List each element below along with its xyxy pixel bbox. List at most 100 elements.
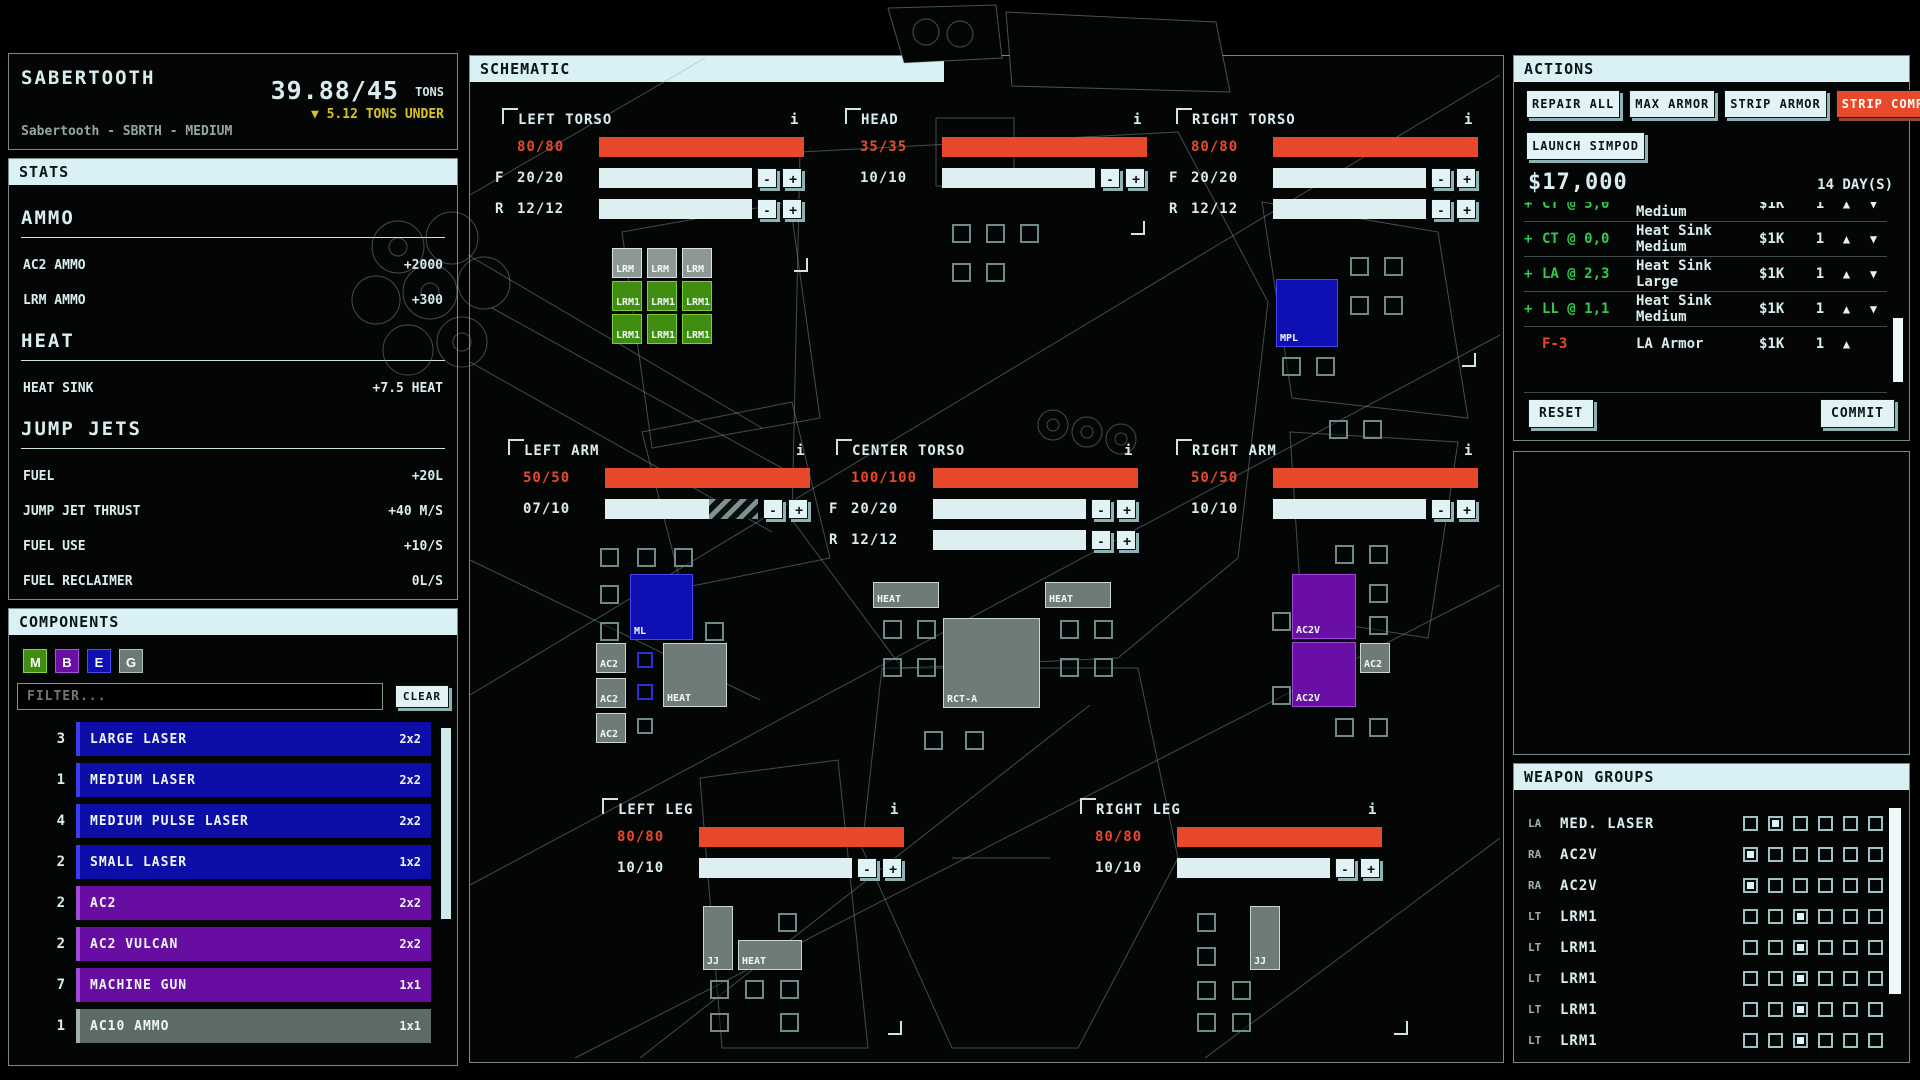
armor-increase-button[interactable]: + [1456, 499, 1476, 519]
placed-component[interactable]: AC2 [596, 678, 626, 708]
weapon-group-checkbox[interactable] [1868, 1002, 1883, 1017]
info-icon[interactable]: i [1124, 443, 1132, 459]
placed-component[interactable]: HEAT [738, 940, 802, 970]
weapon-group-checkbox[interactable] [1768, 816, 1783, 831]
strip-armor-button[interactable]: STRIP ARMOR [1724, 90, 1826, 118]
armor-increase-button[interactable]: + [1116, 499, 1136, 519]
empty-slot-energy[interactable] [637, 652, 653, 668]
empty-slot[interactable] [1384, 296, 1403, 315]
filter-button-g[interactable]: G [119, 649, 143, 673]
weapon-group-checkbox[interactable] [1843, 878, 1858, 893]
placed-component[interactable]: JJ [1250, 906, 1280, 970]
empty-slot[interactable] [1350, 296, 1369, 315]
quantity-down-icon[interactable]: ▼ [1860, 232, 1887, 246]
empty-slot[interactable] [883, 620, 902, 639]
weapon-group-checkbox[interactable] [1843, 971, 1858, 986]
empty-slot[interactable] [600, 622, 619, 641]
weapon-group-checkbox[interactable] [1793, 1033, 1808, 1048]
empty-slot[interactable] [1197, 913, 1216, 932]
weapon-group-checkbox[interactable] [1868, 1033, 1883, 1048]
placed-component[interactable]: AC2 [1360, 643, 1390, 673]
empty-slot[interactable] [1369, 584, 1388, 603]
filter-button-m[interactable]: M [23, 649, 47, 673]
empty-slot[interactable] [1020, 224, 1039, 243]
weapon-group-checkbox[interactable] [1818, 909, 1833, 924]
empty-slot[interactable] [778, 913, 797, 932]
placed-component[interactable]: MPL [1276, 279, 1338, 347]
placed-component[interactable]: RCT-A [943, 618, 1040, 708]
weapon-group-checkbox[interactable] [1793, 971, 1808, 986]
weapon-group-checkbox[interactable] [1768, 847, 1783, 862]
component-list-item[interactable]: 1 MEDIUM LASER 2x2 [17, 763, 431, 797]
weapon-group-checkbox[interactable] [1843, 940, 1858, 955]
max-armor-button[interactable]: MAX ARMOR [1629, 90, 1715, 118]
info-icon[interactable]: i [1368, 802, 1376, 818]
weapon-group-checkbox[interactable] [1868, 878, 1883, 893]
armor-decrease-button[interactable]: - [763, 499, 783, 519]
quantity-up-icon[interactable]: ▲ [1833, 267, 1860, 281]
info-icon[interactable]: i [1464, 112, 1472, 128]
placed-component[interactable]: LRM1 [647, 281, 677, 311]
empty-slot[interactable] [952, 224, 971, 243]
placed-component[interactable]: LRM1 [682, 281, 712, 311]
weapon-group-checkbox[interactable] [1818, 1033, 1833, 1048]
placed-component[interactable]: AC2 [596, 643, 626, 673]
weapon-group-checkbox[interactable] [1743, 878, 1758, 893]
empty-slot[interactable] [1369, 616, 1388, 635]
weapon-group-checkbox[interactable] [1843, 909, 1858, 924]
weapon-group-checkbox[interactable] [1843, 1033, 1858, 1048]
launch-simpod-button[interactable]: LAUNCH SIMPOD [1526, 132, 1645, 160]
weapon-group-checkbox[interactable] [1743, 1033, 1758, 1048]
empty-slot[interactable] [1232, 981, 1251, 1000]
weapon-group-checkbox[interactable] [1868, 847, 1883, 862]
empty-slot[interactable] [1335, 545, 1354, 564]
info-icon[interactable]: i [890, 802, 898, 818]
empty-slot[interactable] [1197, 947, 1216, 966]
placed-component[interactable]: HEAT [663, 643, 727, 707]
empty-slot[interactable] [1335, 718, 1354, 737]
empty-slot[interactable] [917, 620, 936, 639]
empty-slot[interactable] [600, 548, 619, 567]
empty-slot-energy[interactable] [637, 684, 653, 700]
component-list-item[interactable]: 2 AC2 2x2 [17, 886, 431, 920]
empty-slot[interactable] [780, 980, 799, 999]
weapon-group-checkbox[interactable] [1768, 909, 1783, 924]
empty-slot[interactable] [674, 548, 693, 567]
armor-increase-button[interactable]: + [1360, 858, 1380, 878]
weapon-group-checkbox[interactable] [1793, 847, 1808, 862]
armor-increase-button[interactable]: + [788, 499, 808, 519]
armor-decrease-button[interactable]: - [1335, 858, 1355, 878]
placed-component[interactable]: ML [630, 574, 693, 640]
placed-component[interactable]: LRM1 [682, 314, 712, 344]
empty-slot[interactable] [917, 658, 936, 677]
empty-slot[interactable] [1060, 620, 1079, 639]
empty-slot[interactable] [710, 980, 729, 999]
action-queue-scrollbar[interactable] [1893, 318, 1903, 382]
component-list-item[interactable]: 1 AC10 AMMO 1x1 [17, 1009, 431, 1043]
weapon-group-checkbox[interactable] [1868, 909, 1883, 924]
weapon-group-checkbox[interactable] [1868, 816, 1883, 831]
placed-component[interactable]: JJ [703, 906, 733, 970]
info-icon[interactable]: i [1133, 112, 1141, 128]
empty-slot[interactable] [924, 731, 943, 750]
info-icon[interactable]: i [790, 112, 798, 128]
quantity-up-icon[interactable]: ▲ [1833, 232, 1860, 246]
empty-slot[interactable] [600, 585, 619, 604]
quantity-up-icon[interactable]: ▲ [1833, 202, 1860, 211]
armor-decrease-button[interactable]: - [1431, 499, 1451, 519]
filter-input[interactable] [17, 683, 383, 710]
weapon-group-checkbox[interactable] [1818, 878, 1833, 893]
armor-decrease-button[interactable]: - [1091, 499, 1111, 519]
empty-slot[interactable] [1060, 658, 1079, 677]
weapon-group-checkbox[interactable] [1843, 1002, 1858, 1017]
armor-increase-button[interactable]: + [782, 168, 802, 188]
placed-component[interactable]: AC2 [596, 713, 626, 743]
commit-button[interactable]: COMMIT [1820, 399, 1895, 428]
empty-slot[interactable] [1316, 357, 1335, 376]
empty-slot[interactable] [1369, 718, 1388, 737]
armor-decrease-button[interactable]: - [757, 168, 777, 188]
strip-comps-button[interactable]: STRIP COMPS [1836, 90, 1920, 118]
empty-slot[interactable] [745, 980, 764, 999]
weapon-group-checkbox[interactable] [1843, 816, 1858, 831]
armor-decrease-button[interactable]: - [1431, 168, 1451, 188]
